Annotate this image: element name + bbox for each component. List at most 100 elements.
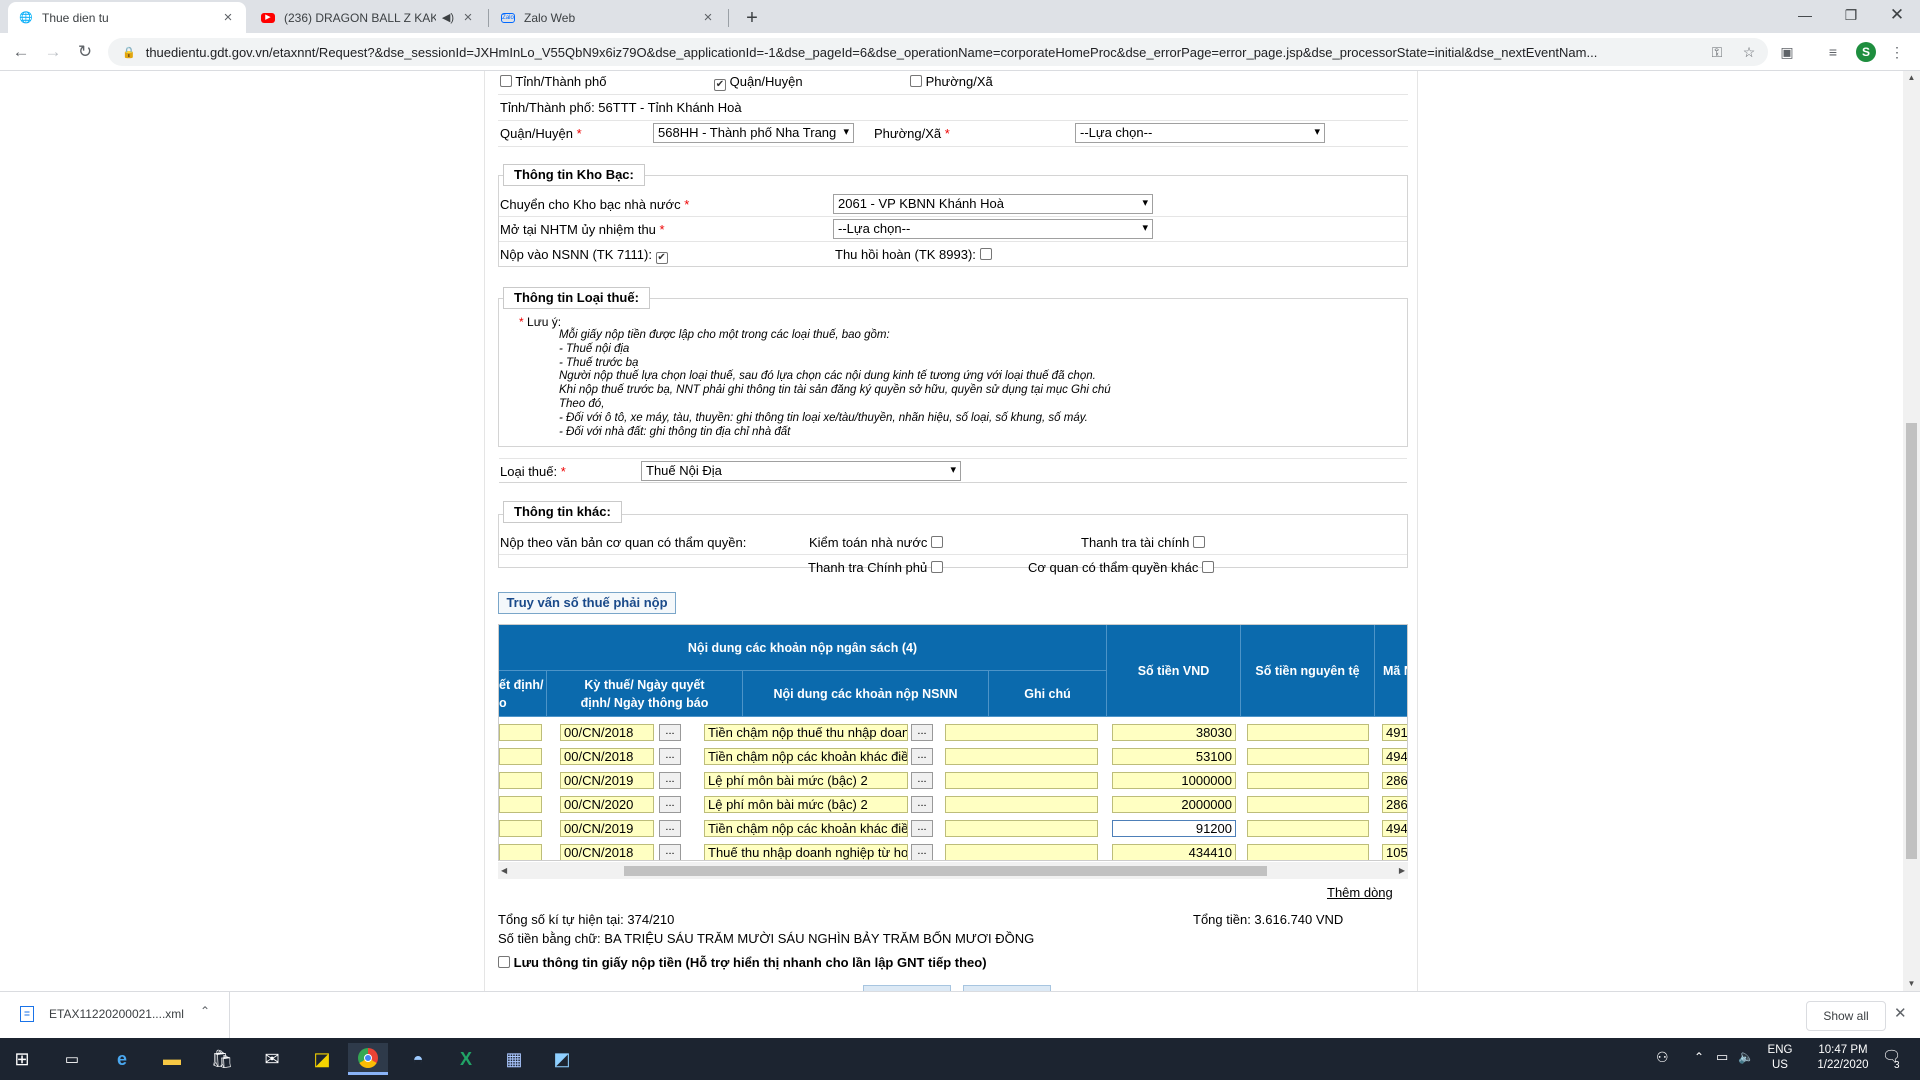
extension-icon[interactable]: ▣ <box>1776 41 1798 63</box>
nt-cell[interactable] <box>1247 772 1369 789</box>
nd-picker-button[interactable]: ... <box>911 748 933 765</box>
ky-picker-button[interactable]: ... <box>659 820 681 837</box>
window-close-button[interactable]: ✕ <box>1874 0 1920 30</box>
vnd-cell[interactable]: 53100 <box>1112 748 1236 765</box>
ky-picker-button[interactable]: ... <box>659 724 681 741</box>
ky-picker-button[interactable]: ... <box>659 772 681 789</box>
ky-cell[interactable]: 00/CN/2020 <box>560 796 654 813</box>
reload-icon[interactable]: ↻ <box>74 41 96 63</box>
scrollbar-thumb[interactable] <box>1906 423 1917 859</box>
ghichu-cell[interactable] <box>945 772 1098 789</box>
network-icon[interactable]: ▭ <box>1716 1049 1728 1064</box>
show-all-button[interactable]: Show all <box>1806 1001 1886 1031</box>
checkbox-nop-nsnn[interactable]: ✔ <box>655 252 668 264</box>
notepad-icon[interactable]: ◩ <box>542 1043 582 1075</box>
checkbox-thanh-tra-tc[interactable] <box>1193 536 1206 548</box>
page-vertical-scrollbar[interactable]: ▲ ▼ <box>1903 71 1920 991</box>
add-row-link[interactable]: Thêm dòng <box>1327 885 1393 900</box>
ma-cell[interactable]: 286 <box>1382 796 1407 813</box>
ky-cell[interactable]: 00/CN/2018 <box>560 844 654 860</box>
chevron-up-icon[interactable]: ⌃ <box>200 1004 210 1018</box>
close-icon[interactable]: × <box>460 9 476 26</box>
ghichu-cell[interactable] <box>945 724 1098 741</box>
sticky-notes-icon[interactable]: ◪ <box>302 1043 342 1075</box>
nd-cell[interactable]: Tiền chậm nộp thuế thu nhập doanh <box>704 724 908 741</box>
ma-cell[interactable]: 105 <box>1382 844 1407 860</box>
checkbox-thu-hoi[interactable] <box>979 248 992 260</box>
nd-picker-button[interactable]: ... <box>911 844 933 860</box>
ky-picker-button[interactable]: ... <box>659 796 681 813</box>
language-indicator[interactable]: ENG US <box>1762 1043 1798 1073</box>
scrollbar-thumb[interactable] <box>624 866 1267 876</box>
opt-quan[interactable]: ✔ Quận/Huyện <box>714 74 803 91</box>
tab-zalo[interactable]: Zalo Zalo Web × <box>490 2 726 33</box>
scroll-right-arrow-icon[interactable]: ▶ <box>1399 862 1405 879</box>
phuong-select[interactable]: --Lựa chọn-- <box>1075 123 1325 143</box>
store-icon[interactable]: 🛍 <box>202 1043 242 1075</box>
avatar[interactable]: S <box>1856 42 1876 62</box>
tab-thue-dien-tu[interactable]: 🌐 Thue dien tu × <box>8 2 246 33</box>
mute-icon[interactable]: ◀) <box>442 11 454 24</box>
ghichu-cell[interactable] <box>945 844 1098 860</box>
media-control-icon[interactable]: ≡ <box>1822 41 1844 63</box>
scroll-left-arrow-icon[interactable]: ◀ <box>501 862 507 879</box>
mail-icon[interactable]: ✉ <box>252 1043 292 1075</box>
nd-picker-button[interactable]: ... <box>911 724 933 741</box>
nd-cell[interactable]: Tiền chậm nộp các khoản khác điều <box>704 748 908 765</box>
people-icon[interactable]: ⚇ <box>1656 1050 1669 1065</box>
nd-picker-button[interactable]: ... <box>911 772 933 789</box>
checkbox-save-info[interactable] <box>498 956 510 968</box>
vnd-cell[interactable]: 1000000 <box>1112 772 1236 789</box>
nt-cell[interactable] <box>1247 724 1369 741</box>
nt-cell[interactable] <box>1247 796 1369 813</box>
nt-cell[interactable] <box>1247 748 1369 765</box>
qd-cell[interactable] <box>499 844 542 860</box>
qd-cell[interactable] <box>499 724 542 741</box>
ky-cell[interactable]: 00/CN/2019 <box>560 820 654 837</box>
calculator-icon[interactable]: ▦ <box>494 1043 534 1075</box>
qd-cell[interactable] <box>499 820 542 837</box>
task-view-icon[interactable]: ▭ <box>52 1043 92 1075</box>
vnd-cell[interactable]: 38030 <box>1112 724 1236 741</box>
key-icon[interactable]: ⚿ <box>1706 41 1728 63</box>
close-icon[interactable]: ✕ <box>1894 1004 1907 1022</box>
quan-select[interactable]: 568HH - Thành phố Nha Trang <box>653 123 854 143</box>
clock[interactable]: 10:47 PM 1/22/2020 <box>1808 1043 1878 1073</box>
ky-picker-button[interactable]: ... <box>659 748 681 765</box>
khobac-select[interactable]: 2061 - VP KBNN Khánh Hoà <box>833 194 1153 214</box>
edge-icon[interactable]: e <box>102 1043 142 1075</box>
scroll-down-arrow-icon[interactable]: ▼ <box>1903 977 1920 991</box>
new-tab-button[interactable]: + <box>738 4 766 32</box>
checkbox-thanh-tra-cp[interactable] <box>930 561 943 573</box>
ghichu-cell[interactable] <box>945 820 1098 837</box>
url-bar[interactable]: 🔒 thuedientu.gdt.gov.vn/etaxnnt/Request?… <box>108 38 1768 66</box>
checkbox-kiem-toan[interactable] <box>931 536 944 548</box>
nd-cell[interactable]: Lệ phí môn bài mức (bậc) 2 <box>704 772 908 789</box>
grid-horizontal-scrollbar[interactable]: ◀ ▶ <box>498 862 1408 879</box>
query-tax-button[interactable]: Truy vấn số thuế phải nộp <box>498 592 676 614</box>
close-icon[interactable]: × <box>220 9 236 26</box>
qd-cell[interactable] <box>499 772 542 789</box>
ma-cell[interactable]: 491 <box>1382 724 1407 741</box>
checkbox-tinh[interactable] <box>500 75 512 87</box>
checkbox-quan[interactable]: ✔ <box>714 79 726 91</box>
nd-picker-button[interactable]: ... <box>911 820 933 837</box>
ky-cell[interactable]: 00/CN/2018 <box>560 748 654 765</box>
qd-cell[interactable] <box>499 748 542 765</box>
ky-cell[interactable]: 00/CN/2019 <box>560 772 654 789</box>
menu-dots-icon[interactable]: ⋮ <box>1886 41 1908 63</box>
vnd-cell[interactable]: 2000000 <box>1112 796 1236 813</box>
nt-cell[interactable] <box>1247 820 1369 837</box>
star-icon[interactable]: ☆ <box>1738 41 1760 63</box>
nd-cell[interactable]: Tiền chậm nộp các khoản khác điều <box>704 820 908 837</box>
minimize-button[interactable]: — <box>1782 0 1828 30</box>
ky-cell[interactable]: 00/CN/2018 <box>560 724 654 741</box>
chevron-up-icon[interactable]: ⌃ <box>1694 1050 1704 1065</box>
back-arrow-icon[interactable]: ← <box>10 41 32 63</box>
forward-arrow-icon[interactable]: → <box>42 41 64 63</box>
ghichu-cell[interactable] <box>945 748 1098 765</box>
qd-cell[interactable] <box>499 796 542 813</box>
opt-phuong[interactable]: Phường/Xã <box>910 74 993 89</box>
checkbox-co-quan[interactable] <box>1202 561 1215 573</box>
save-info-option[interactable]: Lưu thông tin giấy nộp tiền (Hỗ trợ hiển… <box>498 955 987 970</box>
